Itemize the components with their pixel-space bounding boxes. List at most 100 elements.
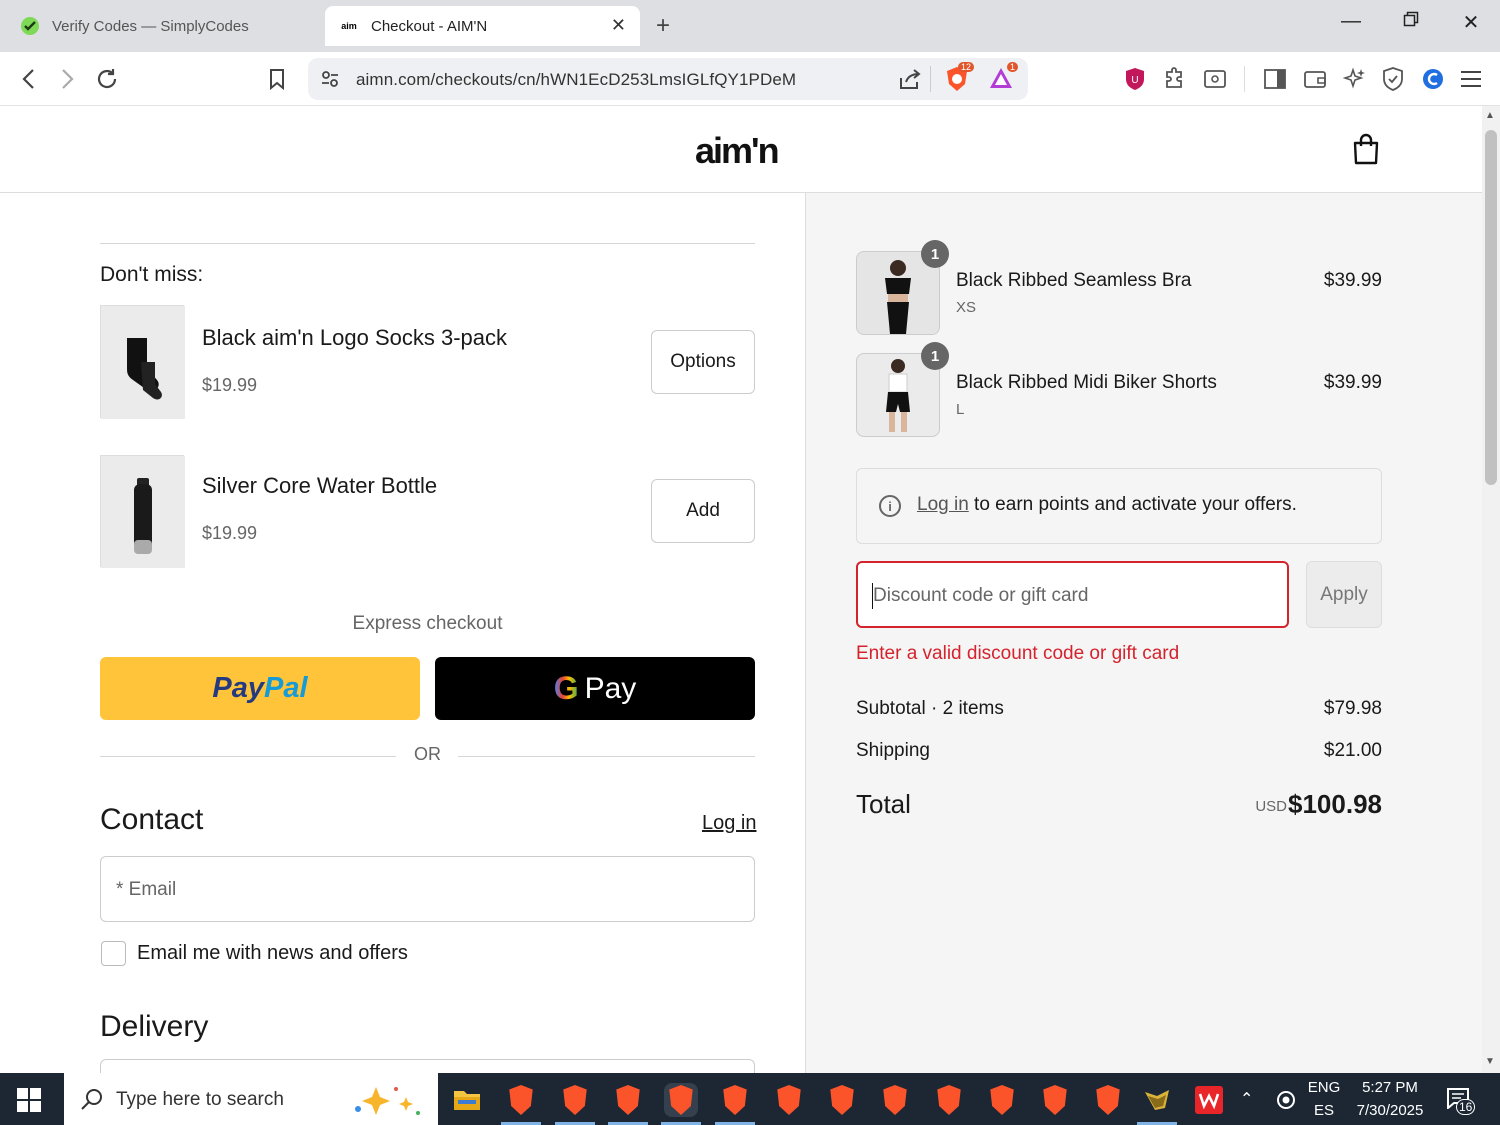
bookmark-icon[interactable] [262, 64, 292, 94]
search-placeholder: Type here to search [116, 1089, 284, 1110]
site-settings-icon[interactable] [320, 69, 340, 94]
country-select[interactable] [100, 1059, 755, 1073]
taskbar-search-box[interactable]: Type here to search [64, 1073, 438, 1125]
loyalty-message: to earn points and activate your offers. [968, 494, 1297, 515]
brave-shields-icon[interactable]: 12 [944, 62, 974, 92]
search-highlight-sparkle-icon [346, 1081, 426, 1124]
restore-icon[interactable] [1396, 10, 1426, 33]
socks-product-image [100, 305, 185, 419]
brave-window-active-icon[interactable] [664, 1083, 698, 1117]
simplycodes-favicon-icon [20, 16, 40, 36]
discount-placeholder: Discount code or gift card [873, 585, 1089, 606]
location-status-icon[interactable] [1276, 1090, 1296, 1115]
summary-item-name: Black Ribbed Midi Biker Shorts [956, 372, 1217, 393]
newsletter-label[interactable]: Email me with news and offers [137, 942, 408, 965]
sparkle-ai-icon[interactable] [1340, 64, 1370, 94]
brave-window-icon[interactable] [985, 1083, 1019, 1117]
paypal-button[interactable]: Pay Pal [100, 657, 420, 720]
notification-center-icon[interactable]: 16 [1446, 1087, 1476, 1115]
keyboard-layout-indicator[interactable]: ES [1306, 1102, 1342, 1119]
divider [100, 243, 755, 244]
wps-office-icon[interactable] [1192, 1083, 1226, 1117]
address-bar[interactable]: aimn.com/checkouts/cn/hWN1EcD253LmsIGLfQ… [308, 58, 1028, 100]
total-currency: USD [1255, 798, 1287, 815]
contact-heading: Contact [100, 803, 204, 836]
back-icon[interactable] [14, 64, 44, 94]
brave-window-icon[interactable] [504, 1083, 538, 1117]
brave-rewards-icon[interactable]: 1 [988, 62, 1018, 92]
menu-hamburger-icon[interactable] [1456, 64, 1486, 94]
brave-window-icon[interactable] [878, 1083, 912, 1117]
show-hidden-icons-chevron-icon[interactable]: ⌃ [1240, 1089, 1253, 1109]
brave-window-icon[interactable] [611, 1083, 645, 1117]
brave-window-icon[interactable] [1091, 1083, 1125, 1117]
express-checkout-label: Express checkout [352, 613, 503, 634]
svg-text:U: U [1131, 75, 1138, 86]
brave-window-icon[interactable] [558, 1083, 592, 1117]
newsletter-checkbox[interactable] [101, 941, 126, 966]
upsell-item-price: $19.99 [202, 523, 258, 543]
brave-window-icon[interactable] [825, 1083, 859, 1117]
aimn-logo[interactable]: aim'n [695, 130, 780, 172]
reload-icon[interactable] [92, 64, 122, 94]
options-button[interactable]: Options [651, 330, 755, 394]
windows-start-icon[interactable] [16, 1087, 42, 1113]
loyalty-login-link[interactable]: Log in [917, 494, 969, 515]
clock-time[interactable]: 5:27 PM [1352, 1079, 1428, 1096]
apply-button[interactable]: Apply [1306, 561, 1382, 628]
shopping-bag-icon[interactable] [1352, 133, 1380, 165]
upsell-title: Don't miss: [100, 263, 204, 286]
delivery-heading: Delivery [100, 1010, 209, 1043]
language-indicator[interactable]: ENG [1306, 1079, 1342, 1096]
rewards-count-badge: 1 [1006, 62, 1018, 72]
divider [1244, 66, 1245, 92]
new-tab-icon[interactable]: + [656, 12, 670, 40]
close-tab-icon[interactable]: ✕ [611, 15, 626, 36]
summary-item-variant: L [956, 401, 965, 418]
leo-ai-icon[interactable] [1200, 64, 1230, 94]
minimize-icon[interactable]: — [1336, 10, 1366, 33]
bra-product-thumbnail: 1 [856, 240, 949, 335]
brave-window-icon[interactable] [1038, 1083, 1072, 1117]
summary-item-variant: XS [956, 299, 977, 316]
clock-date[interactable]: 7/30/2025 [1350, 1102, 1430, 1119]
wallet-icon[interactable] [1300, 64, 1330, 94]
discount-code-input[interactable]: Discount code or gift card [856, 561, 1289, 628]
brave-window-icon[interactable] [718, 1083, 752, 1117]
tab-simplycodes[interactable]: Verify Codes — SimplyCodes [12, 6, 312, 46]
share-icon[interactable] [898, 68, 922, 95]
loyalty-login-banner: i Log in to earn points and activate you… [856, 468, 1382, 544]
site-header: aim'n [0, 106, 1482, 193]
scrollbar-thumb[interactable] [1485, 130, 1497, 485]
google-g-icon: G [553, 670, 579, 706]
sidebar-icon[interactable] [1260, 64, 1290, 94]
text-cursor [872, 583, 873, 609]
ublock-extension-icon[interactable]: U [1120, 64, 1150, 94]
scroll-down-icon[interactable]: ▼ [1485, 1056, 1495, 1067]
total-label: Total [856, 789, 911, 819]
or-separator: OR [414, 744, 441, 764]
scroll-up-icon[interactable]: ▲ [1485, 110, 1495, 121]
app-icon[interactable] [1140, 1083, 1174, 1117]
add-button[interactable]: Add [651, 479, 755, 543]
page-scrollbar[interactable]: ▲ ▼ [1482, 106, 1500, 1073]
brave-window-icon[interactable] [772, 1083, 806, 1117]
vpn-shield-icon[interactable] [1378, 64, 1408, 94]
browser-toolbar: aimn.com/checkouts/cn/hWN1EcD253LmsIGLfQ… [0, 52, 1500, 106]
quantity-badge: 1 [921, 240, 949, 268]
paypal-logo-text: Pal [264, 672, 308, 704]
tab-checkout[interactable]: aim Checkout - AIM'N ✕ [325, 6, 640, 46]
brave-window-icon[interactable] [932, 1083, 966, 1117]
login-link[interactable]: Log in [702, 812, 757, 835]
shipping-label: Shipping [856, 740, 930, 761]
close-window-icon[interactable]: ✕ [1456, 10, 1486, 35]
extensions-puzzle-icon[interactable] [1160, 64, 1190, 94]
upsell-item-price: $19.99 [202, 375, 258, 395]
email-field[interactable]: * Email [100, 856, 755, 922]
forward-icon[interactable] [52, 64, 82, 94]
divider [930, 66, 931, 92]
simplycodes-extension-icon[interactable] [1418, 64, 1448, 94]
google-pay-button[interactable]: G Pay [435, 657, 755, 720]
summary-item-name: Black Ribbed Seamless Bra [956, 270, 1192, 291]
file-explorer-icon[interactable] [450, 1083, 484, 1117]
